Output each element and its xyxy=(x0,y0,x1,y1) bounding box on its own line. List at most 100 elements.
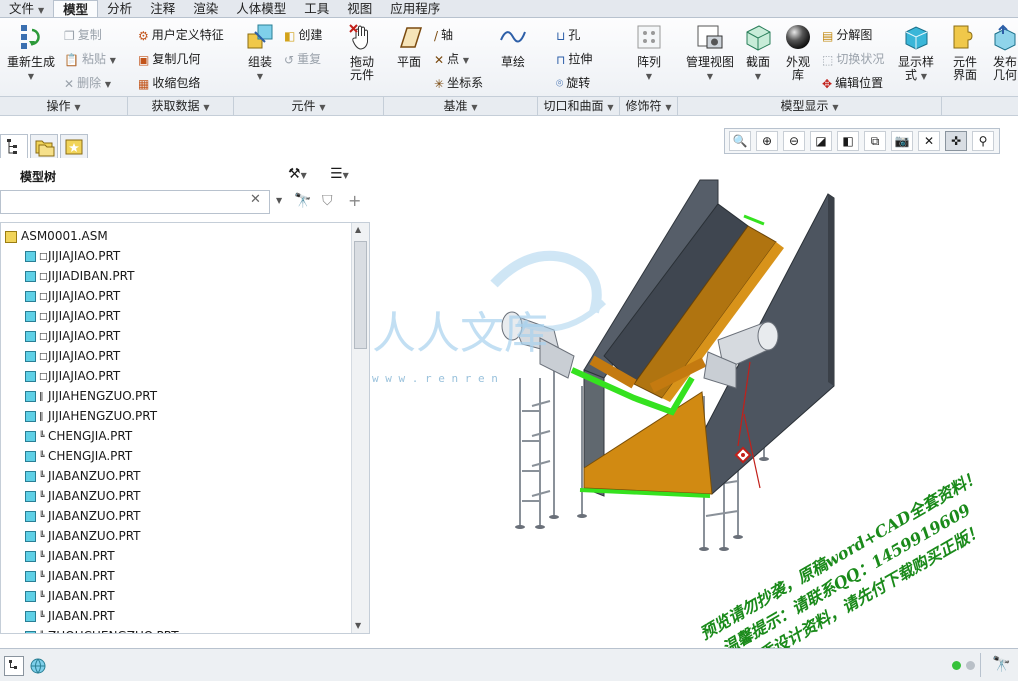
tab-tools[interactable]: 工具 xyxy=(295,0,338,17)
clear-search-icon[interactable]: ✕ xyxy=(250,192,261,207)
watermark-url: w w w . r e n r e n xyxy=(372,372,498,385)
tab-favorites[interactable] xyxy=(60,134,88,158)
tab-render[interactable]: 渲染 xyxy=(184,0,227,17)
tree-item[interactable]: ╚ CHENGJIA.PRT xyxy=(25,426,369,446)
pattern-button[interactable]: 阵列 ▼ xyxy=(630,22,668,83)
explode-view-button[interactable]: ▤ 分解图 xyxy=(822,26,872,43)
tree-item[interactable]: ╚ JIABANZUO.PRT xyxy=(25,526,369,546)
drag-components-button[interactable]: 拖动 元件 xyxy=(342,22,382,82)
axis-button[interactable]: / 轴 xyxy=(434,26,453,43)
edit-position-button[interactable]: ✥ 编辑位置 xyxy=(822,74,883,91)
tree-item[interactable]: ╚ JIABAN.PRT xyxy=(25,566,369,586)
graphics-window[interactable]: 🔍 ⊕ ⊖ ◪ ◧ ⧉ 📷 ✕ ✜ ⚲ 人人文库 w w w . r e n r… xyxy=(372,116,1018,648)
regenerate-button[interactable]: 重新生成 ▼ xyxy=(4,22,58,83)
tree-item[interactable]: □JIJIAJIAO.PRT xyxy=(25,346,369,366)
tree-item-label: JIJIAJIAO.PRT xyxy=(48,309,121,323)
explode-icon: ▤ xyxy=(822,28,834,43)
scroll-up-icon[interactable]: ▲ xyxy=(355,225,361,234)
browser-button[interactable] xyxy=(28,656,48,676)
tree-item[interactable]: □JIJIAJIAO.PRT xyxy=(25,306,369,326)
shrinkwrap-button[interactable]: ▦ 收缩包络 xyxy=(138,74,200,91)
tree-settings-icon[interactable]: ⚒▼ xyxy=(288,166,307,182)
add-column-icon[interactable]: + xyxy=(348,191,361,210)
tab-manikin[interactable]: 人体模型 xyxy=(227,0,295,17)
tree-item[interactable]: ‖ JIJIAHENGZUO.PRT xyxy=(25,406,369,426)
plane-button[interactable]: 平面 xyxy=(390,22,428,69)
copy-geometry-button[interactable]: ▣ 复制几何 xyxy=(138,50,200,67)
tree-item[interactable]: □JIJIADIBAN.PRT xyxy=(25,266,369,286)
tab-analysis[interactable]: 分析 xyxy=(98,0,141,17)
group-get-data[interactable]: 获取数据 ▼ xyxy=(128,97,234,116)
copy-geometry-icon: ▣ xyxy=(138,52,150,67)
revolve-button[interactable]: ⌾ 旋转 xyxy=(556,74,590,91)
hole-button[interactable]: ⊔ 孔 xyxy=(556,26,580,43)
group-modifiers[interactable]: 修饰符 ▼ xyxy=(620,97,678,116)
scroll-down-icon[interactable]: ▼ xyxy=(355,621,361,630)
group-model-display[interactable]: 模型显示 ▼ xyxy=(678,97,942,116)
assemble-button[interactable]: 组装 ▼ xyxy=(240,22,280,83)
tab-view[interactable]: 视图 xyxy=(338,0,381,17)
toggle-navigator-button[interactable] xyxy=(4,656,24,676)
repeat-button[interactable]: ↺ 重复 xyxy=(284,50,321,67)
constraint-status-icon: □ xyxy=(39,351,48,362)
part-icon xyxy=(25,551,36,562)
create-button[interactable]: ◧ 创建 xyxy=(284,26,322,43)
group-component[interactable]: 元件 ▼ xyxy=(234,97,384,116)
tree-item[interactable]: □JIJIAJIAO.PRT xyxy=(25,286,369,306)
find-binoculars-icon[interactable]: 🔭 xyxy=(294,193,311,209)
tab-model-tree[interactable] xyxy=(0,134,28,158)
group-operations[interactable]: 操作 ▼ xyxy=(0,97,128,116)
constraint-status-icon: □ xyxy=(39,371,48,382)
search-dropdown-icon[interactable]: ▼ xyxy=(276,196,282,205)
user-feature-button[interactable]: ⚙ 用户定义特征 xyxy=(138,26,224,43)
tree-item[interactable]: ╚ JIABANZUO.PRT xyxy=(25,506,369,526)
section-button[interactable]: 截面 ▼ xyxy=(740,22,776,83)
tree-item[interactable]: ╚ JIABANZUO.PRT xyxy=(25,466,369,486)
csys-button[interactable]: ✳ 坐标系 xyxy=(434,74,483,91)
repeat-icon: ↺ xyxy=(284,52,295,67)
tree-item[interactable]: ╚ JIABAN.PRT xyxy=(25,586,369,606)
copy-button[interactable]: ❐ 复制 xyxy=(64,26,102,43)
model-tree-icon xyxy=(7,139,17,154)
toggle-status-button[interactable]: ⬚ 切换状况 xyxy=(822,50,884,67)
tree-item[interactable]: ‖ JIJIAHENGZUO.PRT xyxy=(25,386,369,406)
appearance-gallery-button[interactable]: 外观库 xyxy=(780,22,816,82)
tree-item[interactable]: ╚ JIABANZUO.PRT xyxy=(25,486,369,506)
tab-annotate[interactable]: 注释 xyxy=(141,0,184,17)
tab-file[interactable]: 文件 ▼ xyxy=(0,0,53,17)
find-icon[interactable]: 🔭 xyxy=(992,655,1011,673)
constraint-status-icon: □ xyxy=(39,291,48,302)
tree-item[interactable]: ╚ JIABAN.PRT xyxy=(25,606,369,626)
publish-geometry-button[interactable]: 发布 几何 xyxy=(986,22,1018,82)
tab-applications[interactable]: 应用程序 xyxy=(381,0,449,17)
constraint-status-icon: □ xyxy=(39,271,48,282)
filter-icon[interactable]: ⛉ xyxy=(322,193,333,209)
navigator-tabs xyxy=(0,134,372,158)
point-button[interactable]: ✕ 点 ▼ xyxy=(434,50,469,67)
component-interface-button[interactable]: 元件 界面 xyxy=(946,22,984,82)
sketch-button[interactable]: 草绘 xyxy=(494,22,532,69)
display-style-button[interactable]: 显示样式 ▼ xyxy=(894,22,938,83)
tree-root-assembly[interactable]: ASM0001.ASM xyxy=(5,226,355,246)
group-datum[interactable]: 基准 ▼ xyxy=(384,97,538,116)
tree-vertical-scrollbar[interactable]: ▲ ▼ xyxy=(351,223,369,633)
tree-item[interactable]: ╚ JIABAN.PRT xyxy=(25,546,369,566)
tree-item[interactable]: ╚ZHOUCHENGZUO.PRT xyxy=(25,626,369,633)
model-tree-search-input[interactable] xyxy=(0,190,270,214)
delete-button[interactable]: ✕ 删除 ▼ xyxy=(64,74,111,91)
assembly-icon xyxy=(5,230,17,243)
tree-item[interactable]: ╚ CHENGJIA.PRT xyxy=(25,446,369,466)
tree-item-label: JIABANZUO.PRT xyxy=(48,469,141,483)
tab-folder-browser[interactable] xyxy=(30,134,58,158)
extrude-button[interactable]: ⊓ 拉伸 xyxy=(556,50,592,67)
paste-button[interactable]: 📋 粘贴 ▼ xyxy=(64,50,116,67)
user-feature-icon: ⚙ xyxy=(138,28,149,43)
tree-item[interactable]: □JIJIAJIAO.PRT xyxy=(25,366,369,386)
tree-item[interactable]: □JIJIAJIAO.PRT xyxy=(25,246,369,266)
group-cut-surface[interactable]: 切口和曲面 ▼ xyxy=(538,97,620,116)
tree-show-icon[interactable]: ☰▼ xyxy=(330,166,349,182)
tab-model[interactable]: 模型 xyxy=(53,0,99,17)
tree-item[interactable]: □JIJIAJIAO.PRT xyxy=(25,326,369,346)
manage-views-button[interactable]: 管理视图 ▼ xyxy=(684,22,736,83)
scrollbar-thumb[interactable] xyxy=(354,241,367,349)
